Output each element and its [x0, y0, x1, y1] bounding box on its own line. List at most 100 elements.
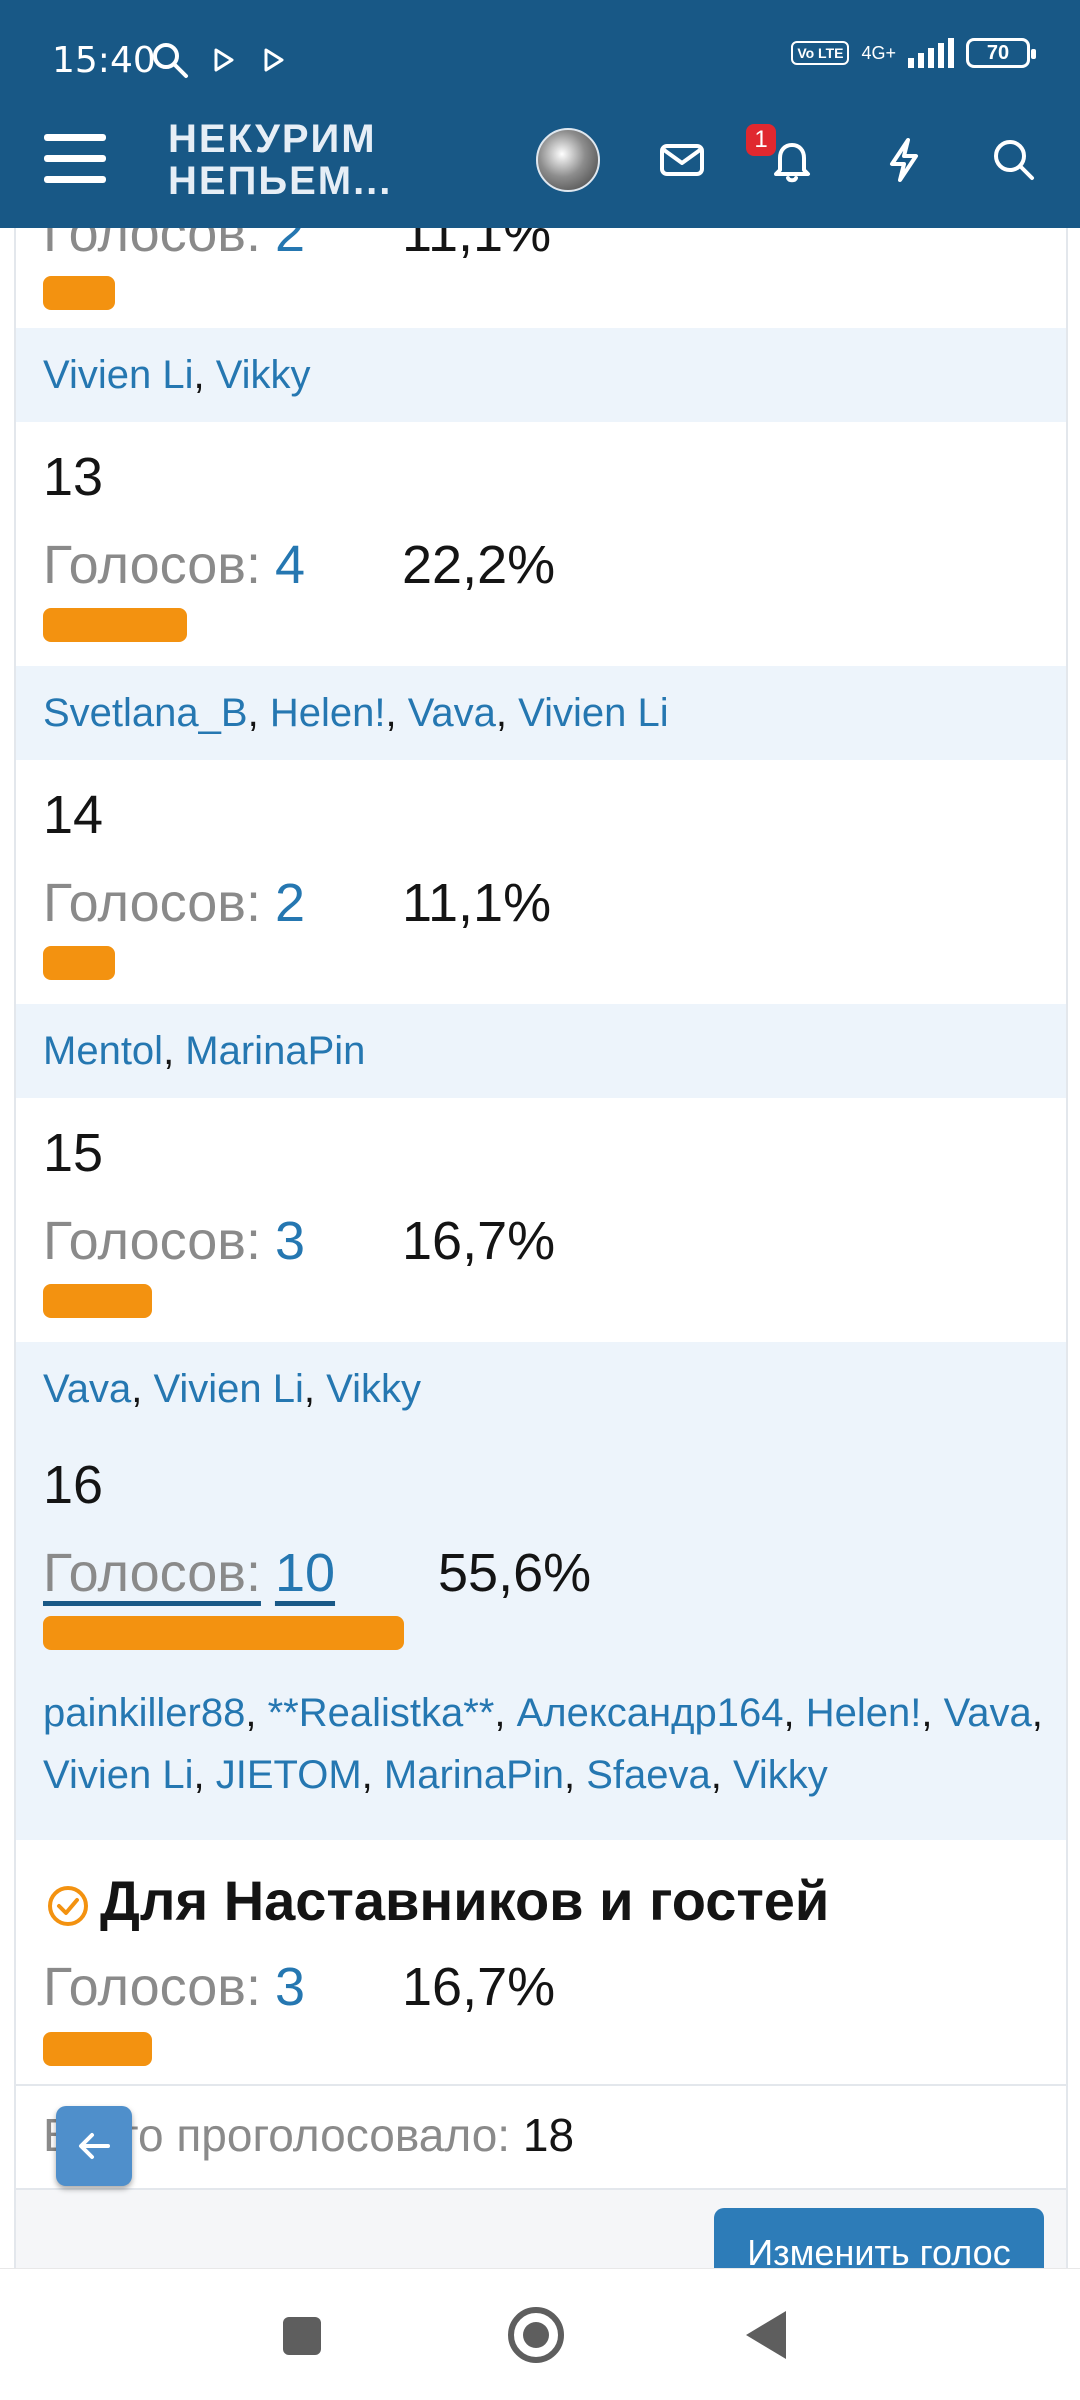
votes-row: Голосов: 4: [43, 534, 305, 596]
voter-link[interactable]: Sfaeva: [586, 1753, 711, 1797]
voters-list: Mentol, MarinaPin: [43, 1020, 1043, 1082]
voter-link[interactable]: Helen!: [270, 691, 386, 735]
voter-link[interactable]: Vava: [944, 1691, 1032, 1735]
voter-link[interactable]: Vivien Li: [43, 1753, 193, 1797]
notification-badge: 1: [746, 124, 776, 156]
voter-link[interactable]: painkiller88: [43, 1691, 245, 1735]
votes-label: Голосов:: [43, 1543, 261, 1603]
voter-separator: ,: [494, 1691, 517, 1735]
system-nav-bar: [0, 2268, 1080, 2400]
voters-panel: Vivien Li, Vikky: [16, 328, 1066, 422]
back-button[interactable]: [56, 2106, 132, 2186]
poll-option-selected: Vava, Vivien Li, Vikky 16 Голосов: 10 55…: [16, 1342, 1066, 1840]
votes-count[interactable]: 3: [275, 1210, 305, 1272]
votes-percent: 55,6%: [438, 1543, 592, 1603]
voters-panel: Mentol, MarinaPin: [16, 1004, 1066, 1098]
status-bar: 15:40 Vo LTE 4G+ 70: [0, 0, 1080, 120]
battery-icon: 70: [966, 38, 1036, 68]
votes-percent: 11,1%: [402, 873, 552, 933]
voter-separator: ,: [303, 1367, 327, 1411]
votes-count[interactable]: 10: [275, 1542, 335, 1604]
votes-label: Голосов:: [43, 1211, 261, 1271]
votes-row: Голосов: 3: [43, 1210, 305, 1272]
voter-separator: ,: [783, 1691, 806, 1735]
progress-bar: [43, 276, 115, 310]
voter-link[interactable]: Vikky: [326, 1367, 421, 1411]
network-type: 4G+: [861, 43, 896, 63]
progress-bar: [43, 1616, 404, 1650]
back-nav-icon[interactable]: [746, 2311, 786, 2359]
poll-footer: Изменить голос: [16, 2188, 1066, 2298]
play-status-icon: [214, 48, 234, 72]
progress-bar: [43, 946, 115, 980]
voters-list: Vava, Vivien Li, Vikky: [43, 1358, 1043, 1420]
status-time: 15:40: [52, 40, 156, 81]
progress-bar: [43, 1284, 152, 1318]
voter-separator: ,: [495, 691, 519, 735]
poll-option-highlighted: Для Наставников и гостей Голосов: 3 16,7…: [16, 1840, 1066, 2084]
voter-separator: ,: [710, 1753, 733, 1797]
voter-link[interactable]: Vikky: [216, 353, 311, 397]
logo-line-1: НЕКУРИМ: [168, 117, 377, 161]
votes-count[interactable]: 2: [275, 872, 305, 934]
voter-link[interactable]: MarinaPin: [384, 1753, 564, 1797]
poll-option: 15 Голосов: 3 16,7%: [16, 1098, 1066, 1342]
poll-option: 13 Голосов: 4 22,2%: [16, 422, 1066, 666]
signal-icon: [908, 38, 954, 68]
voter-link[interactable]: JIETOM: [216, 1753, 362, 1797]
avatar[interactable]: [536, 128, 600, 192]
voter-separator: ,: [1031, 1691, 1043, 1735]
voter-separator: ,: [361, 1753, 384, 1797]
voter-separator: ,: [193, 353, 216, 397]
voter-separator: ,: [245, 1691, 268, 1735]
mail-icon[interactable]: [656, 134, 708, 186]
voter-separator: ,: [563, 1753, 587, 1797]
option-title: 14: [43, 785, 104, 845]
app-header: 15:40 Vo LTE 4G+ 70 НЕКУРИМ НЕПЬЕМ... 1: [0, 0, 1080, 228]
play-status-icon-2: [264, 48, 284, 72]
menu-icon[interactable]: [44, 134, 106, 190]
option-title: Для Наставников и гостей: [100, 1869, 830, 1932]
volte-icon: Vo LTE: [791, 41, 850, 65]
logo-line-2: НЕПЬЕМ...: [168, 159, 393, 203]
voter-link[interactable]: MarinaPin: [185, 1029, 365, 1073]
lightning-icon[interactable]: [878, 134, 930, 186]
poll-results: Голосов: 2 11,1% Vivien Li, Vikky 13 Гол…: [14, 203, 1068, 2298]
voter-link[interactable]: Svetlana_B: [43, 691, 248, 735]
voter-separator: ,: [247, 691, 270, 735]
check-circle-icon: [48, 1886, 88, 1926]
voter-link[interactable]: Александр164: [517, 1691, 784, 1735]
poll-option-partial: Голосов: 2 11,1%: [16, 203, 1066, 328]
site-logo[interactable]: НЕКУРИМ НЕПЬЕМ...: [168, 118, 392, 202]
voter-separator: ,: [385, 691, 408, 735]
progress-bar: [43, 608, 187, 642]
status-right: Vo LTE 4G+ 70: [791, 38, 1036, 68]
voters-panel: Svetlana_B, Helen!, Vava, Vivien Li: [16, 666, 1066, 760]
voter-link[interactable]: Vivien Li: [43, 353, 193, 397]
votes-row: Голосов: 3: [43, 1956, 305, 2018]
voter-separator: ,: [131, 1367, 154, 1411]
voters-list: Vivien Li, Vikky: [43, 344, 1043, 406]
voter-link[interactable]: **Realistka**: [268, 1691, 495, 1735]
arrow-left-icon: [79, 2133, 110, 2159]
votes-row[interactable]: Голосов: 10: [43, 1542, 335, 1604]
voter-link[interactable]: Vivien Li: [518, 691, 668, 735]
voter-link[interactable]: Vava: [43, 1367, 131, 1411]
option-title: 15: [43, 1123, 104, 1183]
search-icon[interactable]: [988, 134, 1040, 186]
votes-count[interactable]: 3: [275, 1956, 305, 2018]
recents-icon[interactable]: [283, 2317, 321, 2355]
site-toolbar: НЕКУРИМ НЕПЬЕМ... 1: [0, 114, 1080, 228]
home-icon[interactable]: [508, 2307, 564, 2363]
option-title: 16: [43, 1455, 104, 1515]
voter-link[interactable]: Vikky: [733, 1753, 828, 1797]
voter-link[interactable]: Mentol: [43, 1029, 163, 1073]
voter-link[interactable]: Vava: [408, 691, 496, 735]
voter-link[interactable]: Vivien Li: [153, 1367, 303, 1411]
voter-link[interactable]: Helen!: [806, 1691, 922, 1735]
total-count: 18: [522, 2109, 575, 2161]
votes-row: Голосов: 2: [43, 872, 305, 934]
votes-count[interactable]: 4: [275, 534, 305, 596]
search-status-icon: [153, 43, 188, 78]
voters-list: painkiller88, **Realistka**, Александр16…: [43, 1682, 1043, 1806]
